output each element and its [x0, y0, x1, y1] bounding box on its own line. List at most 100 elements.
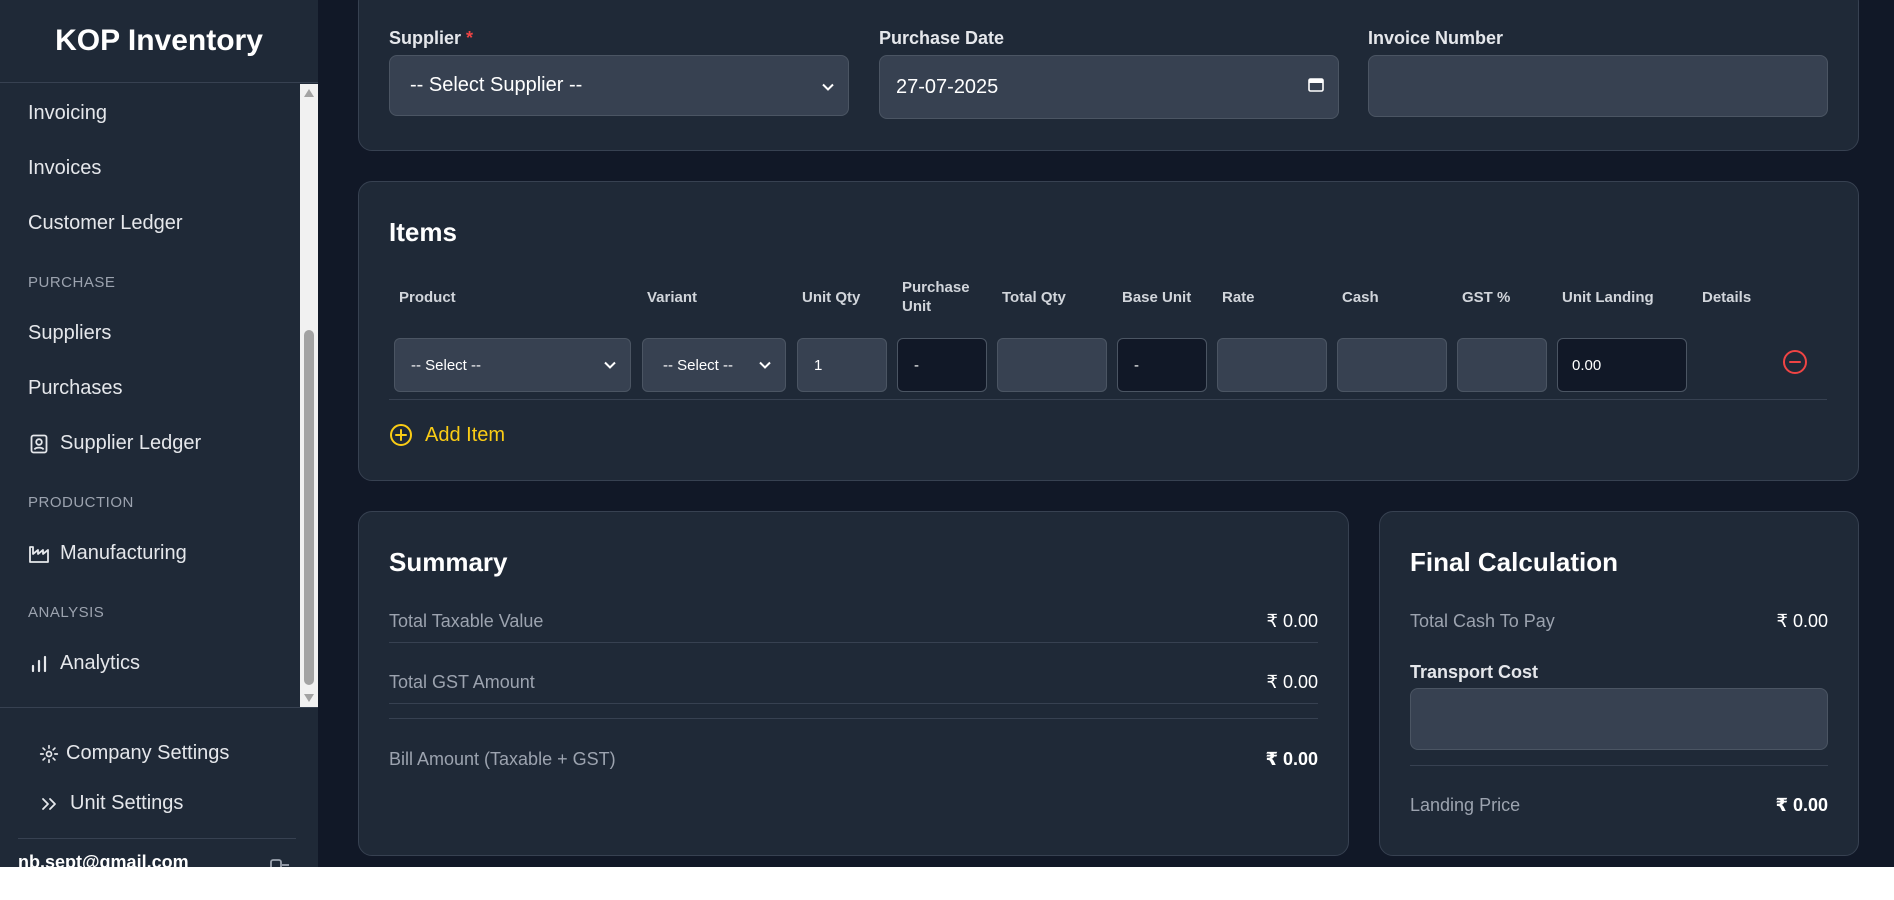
chevron-down-icon	[822, 74, 834, 97]
sidebar-scrollbar[interactable]	[300, 84, 318, 707]
supplier-label: Supplier *	[389, 28, 473, 49]
column-header-rate: Rate	[1222, 289, 1255, 306]
section-heading-analysis: ANALYSIS	[28, 604, 105, 621]
rate-input[interactable]	[1217, 338, 1327, 392]
sidebar-item-label: Purchases	[28, 377, 123, 399]
bill-amount-label: Bill Amount (Taxable + GST)	[389, 749, 616, 769]
transport-cost-input[interactable]	[1410, 688, 1828, 750]
column-header-base-unit: Base Unit	[1122, 289, 1192, 306]
gst-input[interactable]	[1457, 338, 1547, 392]
column-header-variant: Variant	[647, 289, 698, 306]
variant-select[interactable]: -- Select --	[642, 338, 786, 392]
invoice-number-label: Invoice Number	[1368, 28, 1504, 48]
items-title: Items	[389, 217, 457, 247]
total-cash-value: ₹ 0.00	[1776, 611, 1829, 631]
scrollbar-thumb[interactable]	[304, 330, 314, 685]
summary-taxable-row: Total Taxable Value ₹ 0.00	[389, 611, 1318, 632]
app-title: KOP Inventory	[0, 0, 318, 83]
chevron-down-icon	[759, 357, 771, 374]
logout-icon[interactable]	[270, 858, 290, 867]
product-select-value: -- Select --	[411, 356, 482, 374]
factory-icon	[28, 543, 50, 565]
summary-divider	[389, 642, 1318, 643]
final-calculation-title: Final Calculation	[1410, 547, 1619, 577]
sidebar-divider	[0, 707, 318, 708]
summary-divider	[389, 703, 1318, 704]
sidebar-item-supplier-ledger[interactable]: Supplier Ledger	[28, 432, 201, 455]
final-divider	[1410, 765, 1828, 766]
taxable-value: ₹ 0.00	[1266, 611, 1319, 631]
unit-qty-input[interactable]: 1	[797, 338, 887, 392]
invoice-number-input[interactable]	[1368, 55, 1828, 117]
product-select[interactable]: -- Select --	[394, 338, 631, 392]
bill-amount-value: ₹ 0.00	[1265, 749, 1318, 769]
remove-item-icon[interactable]	[1782, 349, 1808, 380]
taxable-label: Total Taxable Value	[389, 611, 544, 631]
purchase-unit-value: -	[914, 356, 919, 374]
column-header-total-qty: Total Qty	[1002, 289, 1066, 306]
bar-chart-icon	[28, 653, 50, 675]
total-cash-label: Total Cash To Pay	[1410, 611, 1555, 631]
column-header-purchase-unit: Purchase Unit	[902, 279, 970, 315]
purchase-date-label: Purchase Date	[879, 28, 1005, 48]
supplier-select[interactable]: -- Select Supplier --	[389, 55, 849, 116]
landing-price-row: Landing Price ₹ 0.00	[1410, 795, 1828, 816]
sidebar-item-label: Suppliers	[28, 322, 112, 344]
supplier-select-value: -- Select Supplier --	[410, 74, 583, 96]
sidebar-item-label: Invoices	[28, 157, 102, 179]
unit-qty-value: 1	[814, 356, 823, 374]
calendar-icon[interactable]	[1308, 76, 1324, 99]
summary-gst-row: Total GST Amount ₹ 0.00	[389, 672, 1318, 693]
sidebar-item-label: Customer Ledger	[28, 212, 183, 234]
section-heading-purchase: PURCHASE	[28, 274, 116, 291]
chevron-down-icon	[604, 357, 616, 374]
total-qty-input[interactable]	[997, 338, 1107, 392]
variant-select-value: -- Select --	[663, 356, 734, 374]
double-chevron-right-icon	[38, 793, 60, 815]
add-item-button[interactable]: Add Item	[389, 423, 505, 447]
sidebar-item-label: Supplier Ledger	[60, 432, 202, 454]
sidebar-item-analytics[interactable]: Analytics	[28, 652, 140, 675]
sidebar-item-manufacturing[interactable]: Manufacturing	[28, 542, 187, 565]
column-header-product: Product	[399, 289, 456, 306]
transport-cost-label: Transport Cost	[1410, 662, 1539, 682]
add-item-label: Add Item	[425, 423, 506, 446]
column-header-gst: GST %	[1462, 289, 1511, 306]
scroll-up-arrow-icon[interactable]	[304, 89, 314, 97]
landing-price-label: Landing Price	[1410, 795, 1521, 815]
column-header-details: Details	[1702, 289, 1752, 306]
summary-divider	[389, 718, 1318, 719]
scroll-down-arrow-icon[interactable]	[304, 694, 314, 702]
sidebar-item-company-settings[interactable]: Company Settings	[38, 742, 229, 765]
unit-landing-value: 0.00	[1572, 356, 1602, 374]
sidebar-item-invoices[interactable]: Invoices	[28, 157, 101, 180]
sidebar-item-unit-settings[interactable]: Unit Settings	[38, 792, 183, 815]
section-heading-production: PRODUCTION	[28, 494, 134, 511]
sidebar-item-invoicing[interactable]: Invoicing	[28, 102, 107, 125]
gear-icon	[38, 743, 60, 765]
purchase-date-input[interactable]: 27-07-2025	[879, 55, 1339, 119]
total-cash-row: Total Cash To Pay ₹ 0.00	[1410, 611, 1828, 632]
purchase-unit-display: -	[897, 338, 987, 392]
contact-book-icon	[28, 433, 50, 455]
unit-landing-display: 0.00	[1557, 338, 1687, 392]
summary-title: Summary	[389, 547, 508, 577]
column-header-unit-qty: Unit Qty	[802, 289, 861, 306]
supplier-label-text: Supplier	[389, 28, 462, 48]
user-email: nb.sept@gmail.com	[18, 852, 189, 867]
column-header-cash: Cash	[1342, 289, 1379, 306]
sidebar-item-purchases[interactable]: Purchases	[28, 377, 123, 400]
sidebar-nav: Invoicing Invoices Customer Ledger PURCH…	[0, 84, 300, 707]
base-unit-value: -	[1134, 356, 1139, 374]
sidebar-item-suppliers[interactable]: Suppliers	[28, 322, 111, 345]
column-header-unit-landing: Unit Landing	[1562, 289, 1654, 306]
sidebar-item-label: Company Settings	[66, 742, 230, 764]
sidebar-item-label: Invoicing	[28, 102, 107, 124]
plus-circle-icon	[389, 423, 413, 447]
app-window: KOP Inventory Invoicing Invoices Custome…	[0, 0, 1894, 867]
cash-input[interactable]	[1337, 338, 1447, 392]
purchase-date-value: 27-07-2025	[896, 75, 999, 98]
sidebar-item-customer-ledger[interactable]: Customer Ledger	[28, 212, 183, 235]
row-divider	[389, 399, 1827, 400]
sidebar-item-label: Analytics	[60, 652, 141, 674]
